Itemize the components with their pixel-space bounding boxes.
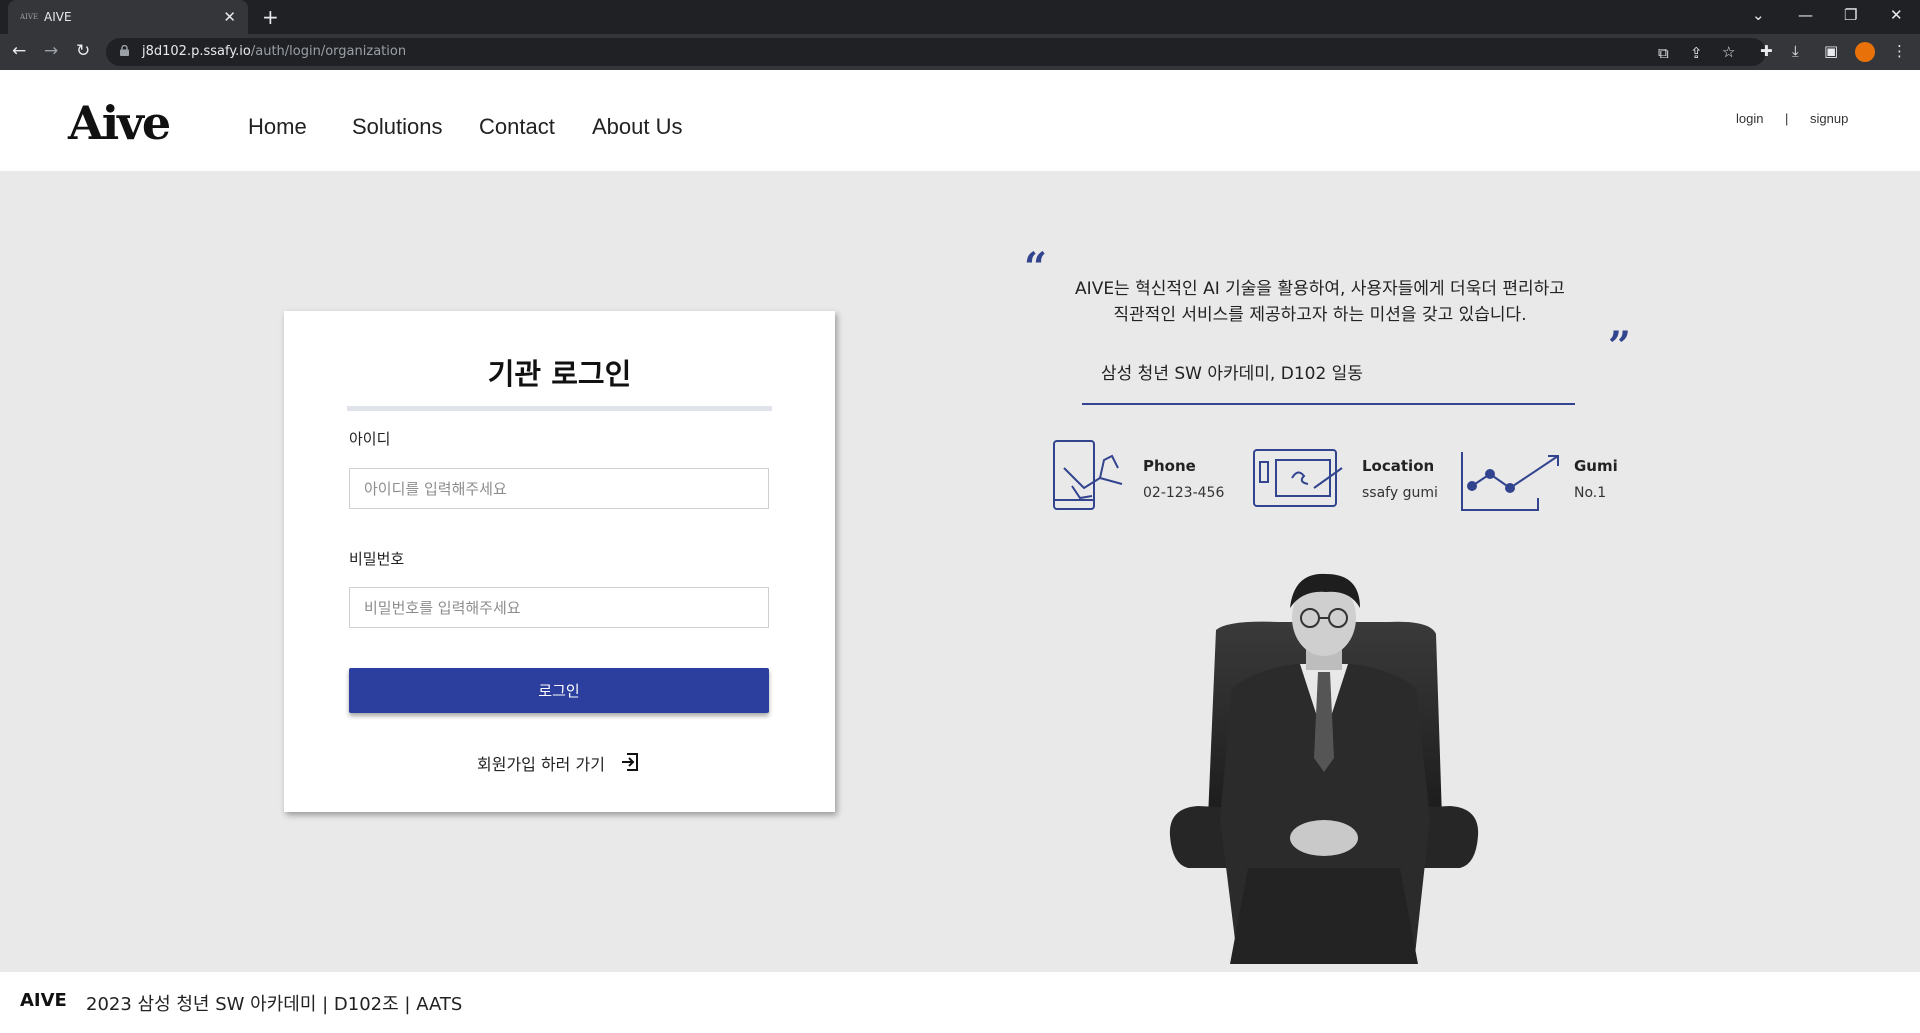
download-icon[interactable]: ⤓	[1792, 42, 1799, 60]
id-label: 아이디	[349, 430, 391, 448]
tablet-pen-icon	[1253, 449, 1343, 507]
menu-icon[interactable]: ⋮	[1892, 42, 1907, 60]
site-header: Aive Home Solutions Contact About Us log…	[0, 70, 1920, 171]
title-divider	[347, 406, 772, 411]
forward-icon[interactable]: →	[44, 41, 58, 61]
share-icon[interactable]: ⇪	[1690, 44, 1703, 62]
footer-brand: AIVE	[20, 990, 67, 1011]
lock-icon	[120, 45, 129, 56]
footer-text: 2023 삼성 청년 SW 아카데미 | D102조 | AATS	[86, 994, 463, 1015]
ceo-photo	[1169, 573, 1479, 964]
browser-tab-bar: AIVE AIVE ✕ + ⌄ — ❐ ✕	[0, 0, 1920, 34]
gumi-title: Gumi	[1574, 457, 1618, 475]
browser-tab[interactable]: AIVE AIVE ✕	[8, 0, 248, 34]
signup-link-header[interactable]: signup	[1810, 111, 1848, 126]
nav-about-us[interactable]: About Us	[592, 114, 683, 140]
site-favicon-icon: AIVE	[20, 13, 38, 21]
nav-solutions[interactable]: Solutions	[352, 114, 443, 140]
quote-line-1: AIVE는 혁신적인 AI 기술을 활용하여, 사용자들에게 더욱더 편리하고	[1075, 279, 1565, 299]
translate-icon[interactable]: ⧉	[1658, 44, 1669, 62]
extensions-icon[interactable]: ✚	[1760, 42, 1773, 60]
tab-title: AIVE	[44, 10, 72, 24]
url-text: j8d102.p.ssafy.io/auth/login/organizatio…	[142, 44, 406, 59]
quote-author: 삼성 청년 SW 아카데미, D102 일동	[1101, 364, 1363, 384]
tab-search-icon[interactable]: ⌄	[1752, 6, 1765, 24]
login-link[interactable]: login	[1736, 111, 1763, 126]
reload-icon[interactable]: ↻	[76, 41, 90, 61]
location-value: ssafy gumi	[1362, 485, 1438, 501]
phone-title: Phone	[1143, 457, 1196, 475]
url-path: /auth/login/organization	[250, 44, 407, 59]
id-input[interactable]	[349, 468, 769, 509]
side-panel-icon[interactable]: ▣	[1824, 42, 1838, 60]
profile-avatar[interactable]	[1855, 42, 1875, 62]
nav-home[interactable]: Home	[248, 114, 307, 140]
phone-hand-icon	[1053, 440, 1123, 510]
site-logo[interactable]: Aive	[68, 96, 171, 150]
close-quote-icon: ”	[1608, 323, 1632, 370]
signup-link-label: 회원가입 하러 가기	[477, 755, 605, 774]
location-title: Location	[1362, 457, 1435, 475]
restore-icon[interactable]: ❐	[1844, 6, 1857, 24]
login-button[interactable]: 로그인	[349, 668, 769, 713]
back-icon[interactable]: ←	[12, 41, 26, 61]
new-tab-icon[interactable]: +	[262, 5, 279, 29]
address-bar[interactable]: j8d102.p.ssafy.io/auth/login/organizatio…	[106, 38, 1766, 66]
password-label: 비밀번호	[349, 550, 405, 568]
auth-separator: |	[1785, 111, 1789, 126]
url-host: j8d102.p.ssafy.io	[142, 44, 251, 59]
gumi-value: No.1	[1574, 485, 1607, 501]
enter-arrow-icon	[622, 753, 638, 771]
browser-toolbar: ← → ↻ j8d102.p.ssafy.io/auth/login/organ…	[0, 34, 1920, 70]
bookmark-star-icon[interactable]: ☆	[1722, 43, 1735, 61]
login-card: 기관 로그인 아이디 비밀번호 로그인 회원가입 하러 가기	[284, 311, 835, 812]
signup-link[interactable]: 회원가입 하러 가기	[477, 751, 638, 775]
password-input[interactable]	[349, 587, 769, 628]
line-chart-icon	[1461, 452, 1559, 511]
quote-divider	[1082, 403, 1575, 405]
nav-contact[interactable]: Contact	[479, 114, 555, 140]
close-window-icon[interactable]: ✕	[1890, 6, 1903, 24]
mission-quote: AIVE는 혁신적인 AI 기술을 활용하여, 사용자들에게 더욱더 편리하고 …	[1040, 276, 1600, 328]
login-title: 기관 로그인	[487, 357, 632, 391]
quote-line-2: 직관적인 서비스를 제공하고자 하는 미션을 갖고 있습니다.	[1113, 305, 1527, 325]
minimize-icon[interactable]: —	[1798, 6, 1813, 24]
close-tab-icon[interactable]: ✕	[223, 8, 236, 26]
phone-value: 02-123-456	[1143, 485, 1225, 501]
site-footer: AIVE 2023 삼성 청년 SW 아카데미 | D102조 | AATS	[0, 972, 1920, 1033]
